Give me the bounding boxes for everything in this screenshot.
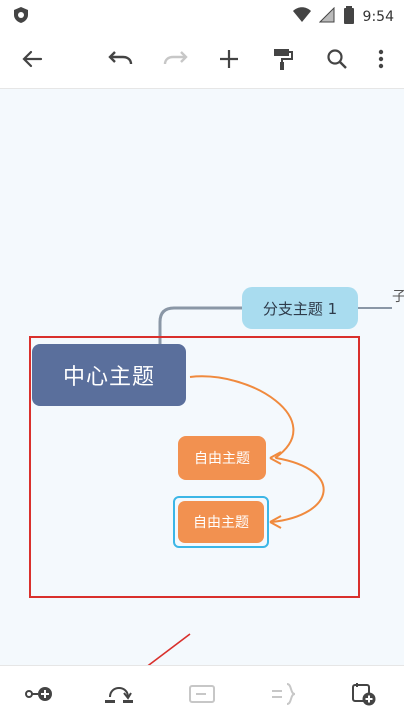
boundary-icon[interactable] (268, 678, 300, 710)
annotation-box (29, 336, 360, 598)
bottom-toolbar (0, 665, 404, 721)
insert-icon[interactable] (348, 678, 380, 710)
add-node-icon[interactable] (24, 678, 56, 710)
summary-icon[interactable] (186, 678, 218, 710)
sub-topic-partial[interactable]: 子 (392, 286, 404, 306)
branch-topic[interactable]: 分支主题 1 (242, 287, 358, 329)
relationship-icon[interactable] (103, 678, 135, 710)
